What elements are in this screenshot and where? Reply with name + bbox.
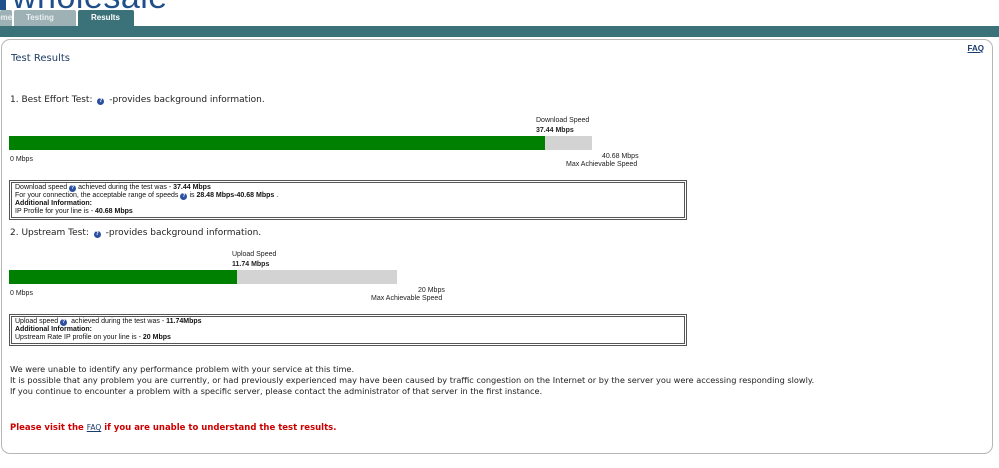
upload-info-line: Upload speed? achieved during the test w… [15,318,681,326]
faq-notice: Please visit the FAQ if you are unable t… [10,423,336,433]
page-title: Test Results [11,53,70,64]
download-info-box: Download speed? achieved during the test … [9,180,687,220]
download-speed-fill [9,136,546,150]
tab-results[interactable]: Results [78,10,134,26]
results-panel: FAQ Test Results 1. Best Effort Test: ? … [1,39,993,454]
upstream-profile-value: 20 Mbps [142,334,171,341]
download-max-label: Max Achievable Speed [566,161,638,168]
help-icon[interactable]: ? [69,185,77,192]
upload-heading-suffix: -provides background information. [105,228,262,238]
help-icon[interactable]: ? [60,319,68,326]
upload-min-label: 0 Mbps [10,290,33,297]
upstream-profile-line: Upstream Rate IP profile on your line is… [15,334,681,342]
info-text: Download speed [15,184,68,191]
faq-notice-suffix: if you are unable to understand the test… [104,423,337,433]
download-speed-bar [9,136,592,150]
header-band [0,26,999,37]
info-text: IP Profile for your line is - [15,208,94,215]
help-icon[interactable]: ? [97,98,105,105]
ip-profile-line: IP Profile for your line is - 40.68 Mbps [15,208,681,216]
download-min-label: 0 Mbps [10,156,33,163]
download-speed-label: Download Speed [536,117,590,124]
acceptable-range: 28.48 Mbps-40.68 Mbps [196,192,275,199]
download-test-heading: 1. Best Effort Test: ? -provides backgro… [10,95,265,105]
faq-notice-prefix: Please visit the [10,423,84,433]
info-text: is [189,192,195,199]
upload-speed-value: 11.74 Mbps [232,261,270,268]
nav-tabs: Home Testing Results [0,10,136,26]
additional-info-heading: Additional Information: [15,200,92,207]
tab-home[interactable]: Home [0,10,12,26]
upload-info-box: Upload speed? achieved during the test w… [9,314,687,346]
info-text: Upstream Rate IP profile on your line is… [15,334,141,341]
info-text: achieved during the test was - [71,318,165,325]
download-heading-label: 1. Best Effort Test: [10,95,93,105]
ip-profile-value: 40.68 Mbps [95,208,133,215]
help-icon[interactable]: ? [93,231,101,238]
logo-mark [0,0,6,10]
download-speed-result: 37.44 Mbps [173,184,211,191]
help-icon[interactable]: ? [180,193,188,200]
upload-speed-bar [9,270,397,284]
download-heading-suffix: -provides background information. [109,95,265,105]
summary-line-1: We were unable to identify any performan… [10,364,355,374]
upload-speed-fill [9,270,237,284]
upload-speed-label: Upload Speed [232,251,277,258]
download-info-line: Download speed? achieved during the test … [15,184,681,192]
faq-notice-link[interactable]: FAQ [87,423,102,432]
additional-info-heading: Additional Information: [15,326,92,333]
download-speed-value: 37.44 Mbps [536,127,574,134]
info-text: Upload speed [15,318,59,325]
summary-line-2: It is possible that any problem you are … [10,375,815,385]
summary-line-3: If you continue to encounter a problem w… [10,386,543,396]
info-text: achieved during the test was - [78,184,172,191]
upload-test-heading: 2. Upstream Test: ? -provides background… [10,228,261,238]
faq-link[interactable]: FAQ [968,44,984,53]
info-text: . [276,192,279,199]
upload-max-value: 20 Mbps [418,287,445,294]
upload-max-label: Max Achievable Speed [371,295,443,302]
info-text: For your connection, the acceptable rang… [15,192,179,199]
upload-heading-label: 2. Upstream Test: [10,228,89,238]
download-range-line: For your connection, the acceptable rang… [15,192,681,200]
upload-speed-result: 11.74Mbps [166,318,202,325]
tab-testing[interactable]: Testing [14,10,76,26]
download-max-value: 40.68 Mbps [602,153,639,160]
